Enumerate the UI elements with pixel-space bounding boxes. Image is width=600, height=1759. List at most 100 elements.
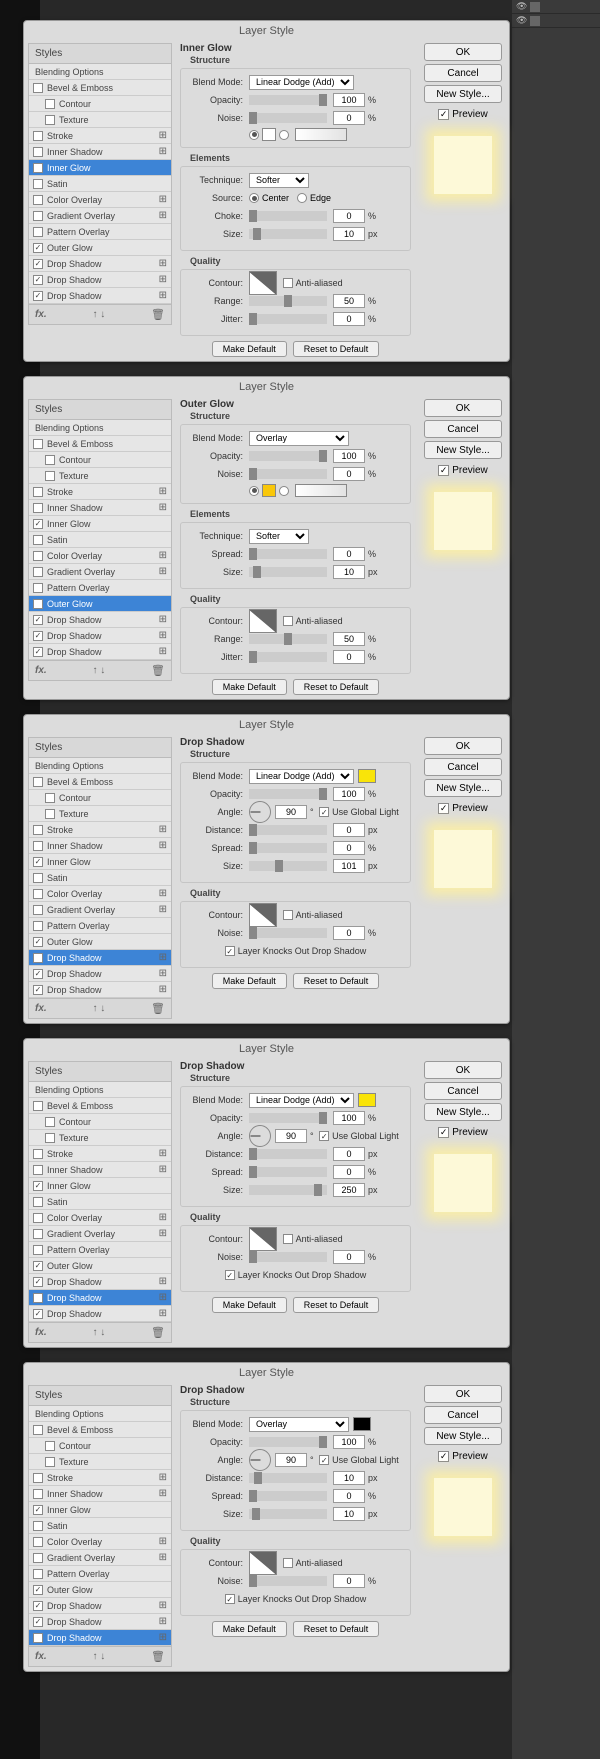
value-input[interactable] <box>333 841 365 855</box>
plus-icon[interactable]: ⊞ <box>159 1536 167 1547</box>
checkbox-icon[interactable] <box>33 1489 43 1499</box>
checkbox-icon[interactable]: ✓ <box>33 1505 43 1515</box>
slider[interactable] <box>249 1252 327 1262</box>
plus-icon[interactable]: ⊞ <box>159 1164 167 1175</box>
checkbox-icon[interactable] <box>33 777 43 787</box>
value-input[interactable] <box>333 1471 365 1485</box>
plus-icon[interactable]: ⊞ <box>159 146 167 157</box>
style-item-patternOverlay[interactable]: Pattern Overlay <box>29 1242 171 1258</box>
technique-select[interactable]: Softer <box>249 173 309 188</box>
gradient-swatch[interactable] <box>295 484 347 497</box>
checkbox-icon[interactable] <box>33 551 43 561</box>
style-item-stroke[interactable]: Stroke⊞ <box>29 128 171 144</box>
new-style-button[interactable]: New Style... <box>424 1103 502 1121</box>
angle-dial[interactable] <box>249 801 271 823</box>
style-item-bevel[interactable]: Bevel & Emboss <box>29 436 171 452</box>
checkbox-icon[interactable]: ✓ <box>33 857 43 867</box>
cancel-button[interactable]: Cancel <box>424 420 502 438</box>
fx-icon[interactable]: fx. <box>35 309 47 320</box>
cancel-button[interactable]: Cancel <box>424 758 502 776</box>
arrows[interactable]: ↑ ↓ <box>92 309 105 320</box>
angle-input[interactable] <box>275 1129 307 1143</box>
checkbox-icon[interactable] <box>45 809 55 819</box>
contour-picker[interactable] <box>249 903 277 927</box>
arrows[interactable]: ↑ ↓ <box>92 1003 105 1014</box>
blend-mode-select[interactable]: Overlay <box>249 431 349 446</box>
slider[interactable] <box>249 1576 327 1586</box>
value-input[interactable] <box>333 209 365 223</box>
plus-icon[interactable]: ⊞ <box>159 502 167 513</box>
global-light-checkbox[interactable]: ✓Use Global Light <box>319 1131 399 1141</box>
slider[interactable] <box>249 567 327 577</box>
trash-icon[interactable]: 🗑 <box>151 664 165 677</box>
style-item-innerShadow[interactable]: Inner Shadow⊞ <box>29 500 171 516</box>
style-item-outerGlow[interactable]: ✓Outer Glow <box>29 1258 171 1274</box>
color-swatch[interactable] <box>262 484 276 497</box>
gradient-swatch[interactable] <box>295 128 347 141</box>
style-item-gradientOverlay[interactable]: Gradient Overlay⊞ <box>29 564 171 580</box>
style-item-dropShadow[interactable]: ✓Drop Shadow⊞ <box>29 1274 171 1290</box>
layer-row[interactable]: 👁 <box>512 14 600 28</box>
value-input[interactable] <box>333 449 365 463</box>
reset-default-button[interactable]: Reset to Default <box>293 1297 380 1313</box>
style-item-outerGlow[interactable]: ✓Outer Glow <box>29 934 171 950</box>
checkbox-icon[interactable] <box>33 1213 43 1223</box>
slider[interactable] <box>249 229 327 239</box>
style-item-gradientOverlay[interactable]: Gradient Overlay⊞ <box>29 208 171 224</box>
plus-icon[interactable]: ⊞ <box>159 904 167 915</box>
slider[interactable] <box>249 296 327 306</box>
value-input[interactable] <box>333 1435 365 1449</box>
checkbox-icon[interactable] <box>33 1101 43 1111</box>
value-input[interactable] <box>333 312 365 326</box>
style-item-contour[interactable]: Contour <box>29 452 171 468</box>
style-item-texture[interactable]: Texture <box>29 112 171 128</box>
checkbox-icon[interactable] <box>33 567 43 577</box>
checkbox-icon[interactable] <box>33 1473 43 1483</box>
style-item-blending[interactable]: Blending Options <box>29 758 171 774</box>
style-item-bevel[interactable]: Bevel & Emboss <box>29 1422 171 1438</box>
style-item-satin[interactable]: Satin <box>29 870 171 886</box>
checkbox-icon[interactable]: ✓ <box>33 1293 43 1303</box>
checkbox-icon[interactable] <box>33 179 43 189</box>
slider[interactable] <box>249 789 327 799</box>
plus-icon[interactable]: ⊞ <box>159 646 167 657</box>
style-item-dropShadow[interactable]: ✓Drop Shadow⊞ <box>29 612 171 628</box>
checkbox-icon[interactable]: ✓ <box>33 259 43 269</box>
slider[interactable] <box>249 451 327 461</box>
value-input[interactable] <box>333 1165 365 1179</box>
checkbox-icon[interactable] <box>33 487 43 497</box>
plus-icon[interactable]: ⊞ <box>159 824 167 835</box>
value-input[interactable] <box>333 1183 365 1197</box>
color-swatch[interactable] <box>358 769 376 783</box>
plus-icon[interactable]: ⊞ <box>159 1148 167 1159</box>
make-default-button[interactable]: Make Default <box>212 1621 287 1637</box>
antialiased-checkbox[interactable]: Anti-aliased <box>283 1558 343 1568</box>
checkbox-icon[interactable] <box>33 905 43 915</box>
slider[interactable] <box>249 652 327 662</box>
value-input[interactable] <box>333 547 365 561</box>
plus-icon[interactable]: ⊞ <box>159 1616 167 1627</box>
checkbox-icon[interactable] <box>45 1457 55 1467</box>
checkbox-icon[interactable] <box>33 1229 43 1239</box>
value-input[interactable] <box>333 294 365 308</box>
checkbox-icon[interactable]: ✓ <box>33 1309 43 1319</box>
slider[interactable] <box>249 469 327 479</box>
color-swatch[interactable] <box>353 1417 371 1431</box>
checkbox-icon[interactable] <box>45 1441 55 1451</box>
preview-checkbox[interactable]: ✓Preview <box>438 803 488 814</box>
checkbox-icon[interactable]: ✓ <box>33 519 43 529</box>
plus-icon[interactable]: ⊞ <box>159 888 167 899</box>
plus-icon[interactable]: ⊞ <box>159 968 167 979</box>
knocks-out-checkbox[interactable]: ✓Layer Knocks Out Drop Shadow <box>225 1594 367 1604</box>
style-item-dropShadow[interactable]: ✓Drop Shadow⊞ <box>29 966 171 982</box>
color-swatch[interactable] <box>358 1093 376 1107</box>
checkbox-icon[interactable] <box>45 115 55 125</box>
checkbox-icon[interactable] <box>45 793 55 803</box>
contour-picker[interactable] <box>249 1551 277 1575</box>
antialiased-checkbox[interactable]: Anti-aliased <box>283 278 343 288</box>
checkbox-icon[interactable] <box>33 1245 43 1255</box>
checkbox-icon[interactable] <box>33 1425 43 1435</box>
checkbox-icon[interactable]: ✓ <box>33 985 43 995</box>
style-item-patternOverlay[interactable]: Pattern Overlay <box>29 918 171 934</box>
style-item-innerGlow[interactable]: ✓Inner Glow <box>29 1178 171 1194</box>
